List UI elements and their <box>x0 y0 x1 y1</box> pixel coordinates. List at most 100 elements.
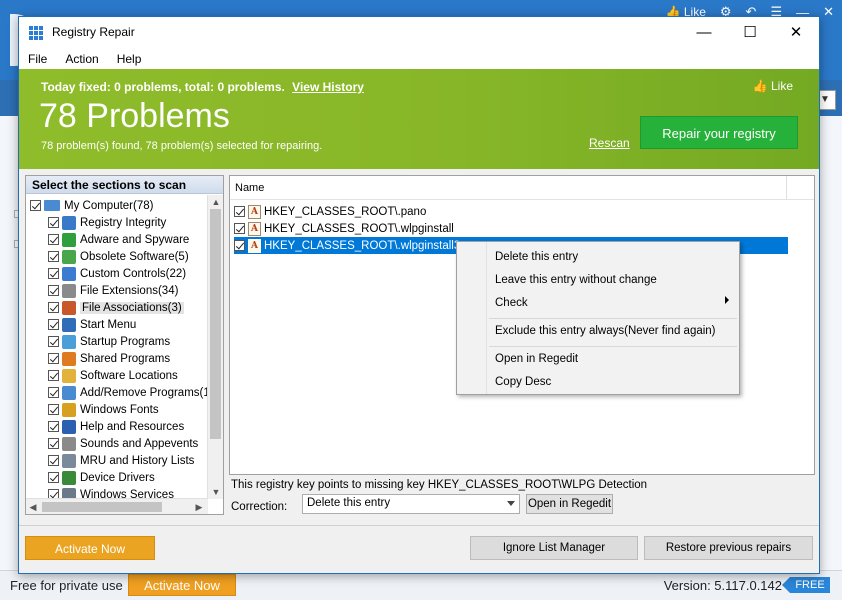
menu-bar: File Action Help <box>19 48 819 69</box>
list-item-checkbox[interactable] <box>234 206 245 217</box>
tree-item-checkbox[interactable] <box>48 472 59 483</box>
root-checkbox[interactable] <box>30 200 41 211</box>
tree-hscroll-thumb[interactable] <box>42 502 162 512</box>
tree-item-checkbox[interactable] <box>48 438 59 449</box>
tree-item[interactable]: File Associations(3) <box>48 299 184 316</box>
scroll-up-icon[interactable]: ▲ <box>208 195 224 209</box>
tree-item[interactable]: Custom Controls(22) <box>48 265 186 282</box>
view-history-link[interactable]: View History <box>292 80 364 94</box>
list-item-checkbox[interactable] <box>234 223 245 234</box>
tree-item[interactable]: MRU and History Lists <box>48 452 194 469</box>
tree-item[interactable]: Startup Programs <box>48 333 170 350</box>
sound-icon <box>62 436 76 451</box>
repair-registry-button[interactable]: Repair your registry <box>640 116 798 149</box>
tree-item-label: Obsolete Software(5) <box>80 250 189 263</box>
list-item[interactable]: A HKEY_CLASSES_ROOT\.wlpginstall <box>234 220 454 237</box>
menu-copy-desc[interactable]: Copy Desc <box>495 376 551 388</box>
list-item-checkbox[interactable] <box>234 240 245 251</box>
tree-item-checkbox[interactable] <box>48 421 59 432</box>
tree-item-checkbox[interactable] <box>48 404 59 415</box>
scroll-left-icon[interactable]: ◀ <box>26 499 40 515</box>
maximize-button[interactable]: ☐ <box>727 17 773 48</box>
background-footer: Free for private use Activate Now Versio… <box>0 570 842 600</box>
bg-close-icon[interactable]: ✕ <box>823 4 834 20</box>
tree-item[interactable]: Start Menu <box>48 316 136 333</box>
tree-item-checkbox[interactable] <box>48 285 59 296</box>
footer-version: Version: 5.117.0.142 <box>663 578 782 593</box>
tree-item[interactable]: Help and Resources <box>48 418 184 435</box>
rescan-link[interactable]: Rescan <box>589 136 630 150</box>
ignore-list-manager-button[interactable]: Ignore List Manager <box>470 536 638 560</box>
menu-action[interactable]: Action <box>56 48 107 69</box>
menu-open-regedit[interactable]: Open in Regedit <box>495 353 578 365</box>
tree-item[interactable]: Device Drivers <box>48 469 155 486</box>
tree-item-label: Sounds and Appevents <box>80 437 199 450</box>
tree-item[interactable]: Sounds and Appevents <box>48 435 198 452</box>
registry-integrity-icon <box>62 215 76 230</box>
tree-item-label: Custom Controls(22) <box>80 267 187 280</box>
scroll-down-icon[interactable]: ▼ <box>208 485 224 499</box>
tree-item-checkbox[interactable] <box>48 302 59 313</box>
like-label: Like <box>770 79 793 93</box>
close-button[interactable]: ✕ <box>773 17 819 48</box>
menu-check[interactable]: Check <box>495 297 528 309</box>
tree-item[interactable]: Shared Programs <box>48 350 170 367</box>
tree-item[interactable]: Windows Fonts <box>48 401 159 418</box>
footer-activate-button[interactable]: Activate Now <box>128 574 236 596</box>
tree-item-checkbox[interactable] <box>48 319 59 330</box>
add-remove-icon <box>62 385 76 400</box>
minimize-button[interactable]: — <box>681 17 727 48</box>
tree-root-my-computer[interactable]: My Computer(78) <box>30 197 153 214</box>
tree-vertical-scrollbar[interactable]: ▲ ▼ <box>207 195 223 499</box>
tree-item[interactable]: Registry Integrity <box>48 214 166 231</box>
tree-item-checkbox[interactable] <box>48 234 59 245</box>
tree-item-checkbox[interactable] <box>48 268 59 279</box>
font-icon <box>62 402 76 417</box>
menu-separator <box>489 346 737 347</box>
tree-item[interactable]: File Extensions(34) <box>48 282 178 299</box>
title-bar[interactable]: Registry Repair — ☐ ✕ <box>19 17 819 48</box>
menu-delete-entry[interactable]: Delete this entry <box>495 251 578 263</box>
tree-item-checkbox[interactable] <box>48 336 59 347</box>
file-association-icon: A <box>248 204 261 219</box>
entry-description: This registry key points to missing key … <box>231 479 648 491</box>
menu-leave-entry[interactable]: Leave this entry without change <box>495 274 657 286</box>
file-icon <box>62 283 76 298</box>
tree-item-checkbox[interactable] <box>48 455 59 466</box>
tree-item-checkbox[interactable] <box>48 387 59 398</box>
tree-item-checkbox[interactable] <box>48 353 59 364</box>
column-divider[interactable] <box>786 176 787 200</box>
help-icon <box>62 419 76 434</box>
activate-now-button[interactable]: Activate Now <box>25 536 155 560</box>
correction-select[interactable]: Delete this entry <box>302 494 520 514</box>
column-header-name[interactable]: Name <box>235 182 264 194</box>
start-menu-icon <box>62 317 76 332</box>
scroll-right-icon[interactable]: ▶ <box>192 499 206 515</box>
menu-file[interactable]: File <box>19 48 56 69</box>
tree-item-label: Add/Remove Programs(1 <box>80 386 208 399</box>
open-in-regedit-button[interactable]: Open in Regedit <box>526 494 613 514</box>
file-association-icon: A <box>248 238 261 253</box>
tree-item-checkbox[interactable] <box>48 251 59 262</box>
tree-item-checkbox[interactable] <box>48 217 59 228</box>
tree-item[interactable]: Obsolete Software(5) <box>48 248 189 265</box>
like-button[interactable]: 👍 Like <box>753 79 793 93</box>
correction-value: Delete this entry <box>307 497 391 509</box>
tree-item[interactable]: Software Locations <box>48 367 178 384</box>
menu-separator <box>489 318 737 319</box>
tree-scroll-thumb[interactable] <box>210 209 221 439</box>
file-association-icon <box>62 300 76 315</box>
menu-help[interactable]: Help <box>108 48 151 69</box>
tree-item-checkbox[interactable] <box>48 370 59 381</box>
submenu-arrow-icon <box>725 296 729 304</box>
list-item[interactable]: A HKEY_CLASSES_ROOT\.pano <box>234 203 426 220</box>
restore-previous-repairs-button[interactable]: Restore previous repairs <box>644 536 813 560</box>
tree-item[interactable]: Adware and Spyware <box>48 231 189 248</box>
thumbs-up-icon: 👍 <box>752 79 768 93</box>
sections-header: Select the sections to scan <box>26 176 223 194</box>
fix-status: Today fixed: 0 problems, total: 0 proble… <box>41 80 364 94</box>
footer-free-badge: FREE <box>782 577 830 593</box>
menu-exclude-always[interactable]: Exclude this entry always(Never find aga… <box>495 325 716 337</box>
tree-item[interactable]: Add/Remove Programs(1 <box>48 384 208 401</box>
tree-horizontal-scrollbar[interactable]: ◀ ▶ <box>26 498 208 514</box>
